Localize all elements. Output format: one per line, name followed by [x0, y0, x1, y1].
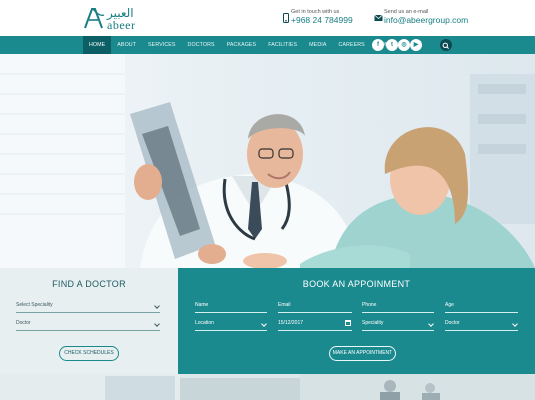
chevron-down-icon — [428, 321, 434, 327]
nav-about[interactable]: ABOUT — [111, 36, 142, 54]
chevron-down-icon — [154, 303, 160, 309]
email-placeholder: Email — [278, 302, 291, 308]
bottom-banner-image — [0, 374, 535, 400]
hero-image — [0, 54, 535, 268]
find-doctor-panel: FIND A DOCTOR Select Speciality Doctor C… — [0, 268, 178, 374]
speciality-select-booking[interactable]: Speciality — [362, 319, 434, 331]
nav-services[interactable]: SERVICES — [142, 36, 182, 54]
speciality-select-value: Select Speciality — [16, 302, 53, 308]
calendar-icon[interactable] — [345, 320, 351, 326]
date-field[interactable]: 15/12/2017 — [278, 319, 352, 331]
phone-icon — [283, 13, 289, 23]
nav-careers[interactable]: CAREERS — [332, 36, 370, 54]
phone-placeholder: Phone — [362, 302, 377, 308]
search-button[interactable] — [440, 39, 452, 51]
main-nav: HOME ABOUT SERVICES DOCTORS PACKAGES FAC… — [0, 36, 535, 54]
twitter-icon[interactable]: t — [386, 39, 398, 51]
check-schedules-button[interactable]: CHECK SCHEDULES — [59, 346, 119, 361]
doctor-value: Doctor — [445, 320, 460, 326]
book-appointment-title: BOOK AN APPOINMENT — [302, 279, 411, 289]
name-placeholder: Name — [195, 302, 209, 308]
make-appointment-button[interactable]: MAKE AN APPOINTMENT — [329, 346, 396, 361]
logo-english-text: abeer — [107, 18, 136, 32]
find-doctor-title: FIND A DOCTOR — [52, 279, 126, 289]
site-header: العبير abeer Get in touch with us +968 2… — [0, 0, 535, 36]
logo-mark-icon — [84, 8, 105, 29]
speciality-value: Speciality — [362, 320, 384, 326]
name-field[interactable]: Name — [195, 301, 267, 313]
age-placeholder: Age — [445, 302, 454, 308]
chevron-down-icon — [154, 321, 160, 327]
phone-number: +968 24 784999 — [291, 15, 353, 25]
chevron-down-icon — [261, 321, 267, 327]
date-value: 15/12/2017 — [278, 320, 304, 326]
chevron-down-icon — [512, 321, 518, 327]
envelope-icon — [374, 14, 383, 21]
nav-home[interactable]: HOME — [83, 36, 112, 54]
hero-photo-doctor-patient — [0, 54, 535, 268]
nav-menu: HOME ABOUT SERVICES DOCTORS PACKAGES FAC… — [83, 36, 409, 54]
youtube-icon[interactable]: ▶ — [410, 39, 422, 51]
search-icon — [442, 42, 449, 49]
phone-field[interactable]: Phone — [362, 301, 434, 313]
instagram-icon[interactable]: ◎ — [398, 39, 410, 51]
email-address: info@abeergroup.com — [384, 15, 469, 25]
speciality-select[interactable]: Select Speciality — [16, 301, 160, 313]
doctor-select-booking[interactable]: Doctor — [445, 319, 518, 331]
doctor-select[interactable]: Doctor — [16, 319, 160, 331]
brand-logo[interactable]: العبير abeer — [83, 6, 143, 32]
bottom-banner-photo — [0, 374, 535, 400]
age-field[interactable]: Age — [445, 301, 518, 313]
location-select-value: Location — [195, 320, 214, 326]
facebook-icon[interactable]: f — [372, 39, 384, 51]
nav-facilities[interactable]: FACILITIES — [262, 36, 303, 54]
nav-media[interactable]: MEDIA — [303, 36, 332, 54]
nav-doctors[interactable]: DOCTORS — [182, 36, 221, 54]
book-appointment-panel: BOOK AN APPOINMENT Name Email Phone Age … — [178, 268, 535, 374]
location-select[interactable]: Location — [195, 319, 267, 331]
nav-packages[interactable]: PACKAGES — [221, 36, 263, 54]
doctor-select-value: Doctor — [16, 320, 31, 326]
email-field[interactable]: Email — [278, 301, 352, 313]
